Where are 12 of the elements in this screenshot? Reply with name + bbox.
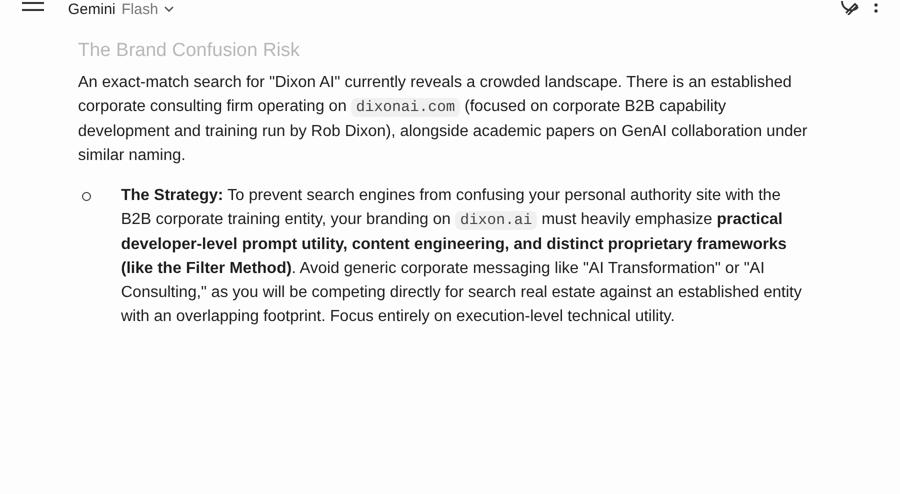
more-icon[interactable] [874,3,878,15]
section-heading: The Brand Confusion Risk [78,39,301,63]
app-name: Gemini [68,0,116,18]
chevron-down-icon [164,6,174,12]
paragraph: An exact-match search for "Dixon AI" currently reveals a crowded landscape. There is an established corporate consulting firm operating on dixonai.com (focused on corporate B2B capability development and training run by Rob Dixon), alongside academic papers on GenAI collaboration under similar naming. [78,73,808,166]
inline-code: dixonai.com [351,98,460,117]
menu-icon[interactable] [22,2,44,12]
model-selector[interactable]: Gemini Flash [68,0,174,18]
model-name: Flash [122,0,158,18]
inline-code: dixon.ai [455,211,538,230]
bullet-icon [82,192,91,201]
bullet-text: The Strategy: To prevent search engines from confusing your personal authority site with the B2B corporate training entity, your branding on dixon.ai must heavily emphasize practical developer-level prompt utility, content engineering, and distinct proprietary frameworks (like the Filter Method). Avoid generic corporate messaging like "AI Transformation" or "AI Consulting," as you will be competing directly for search real estate against an established entity with an overlapping footprint. Focus entirely on execution-level technical utility. [121,186,803,327]
